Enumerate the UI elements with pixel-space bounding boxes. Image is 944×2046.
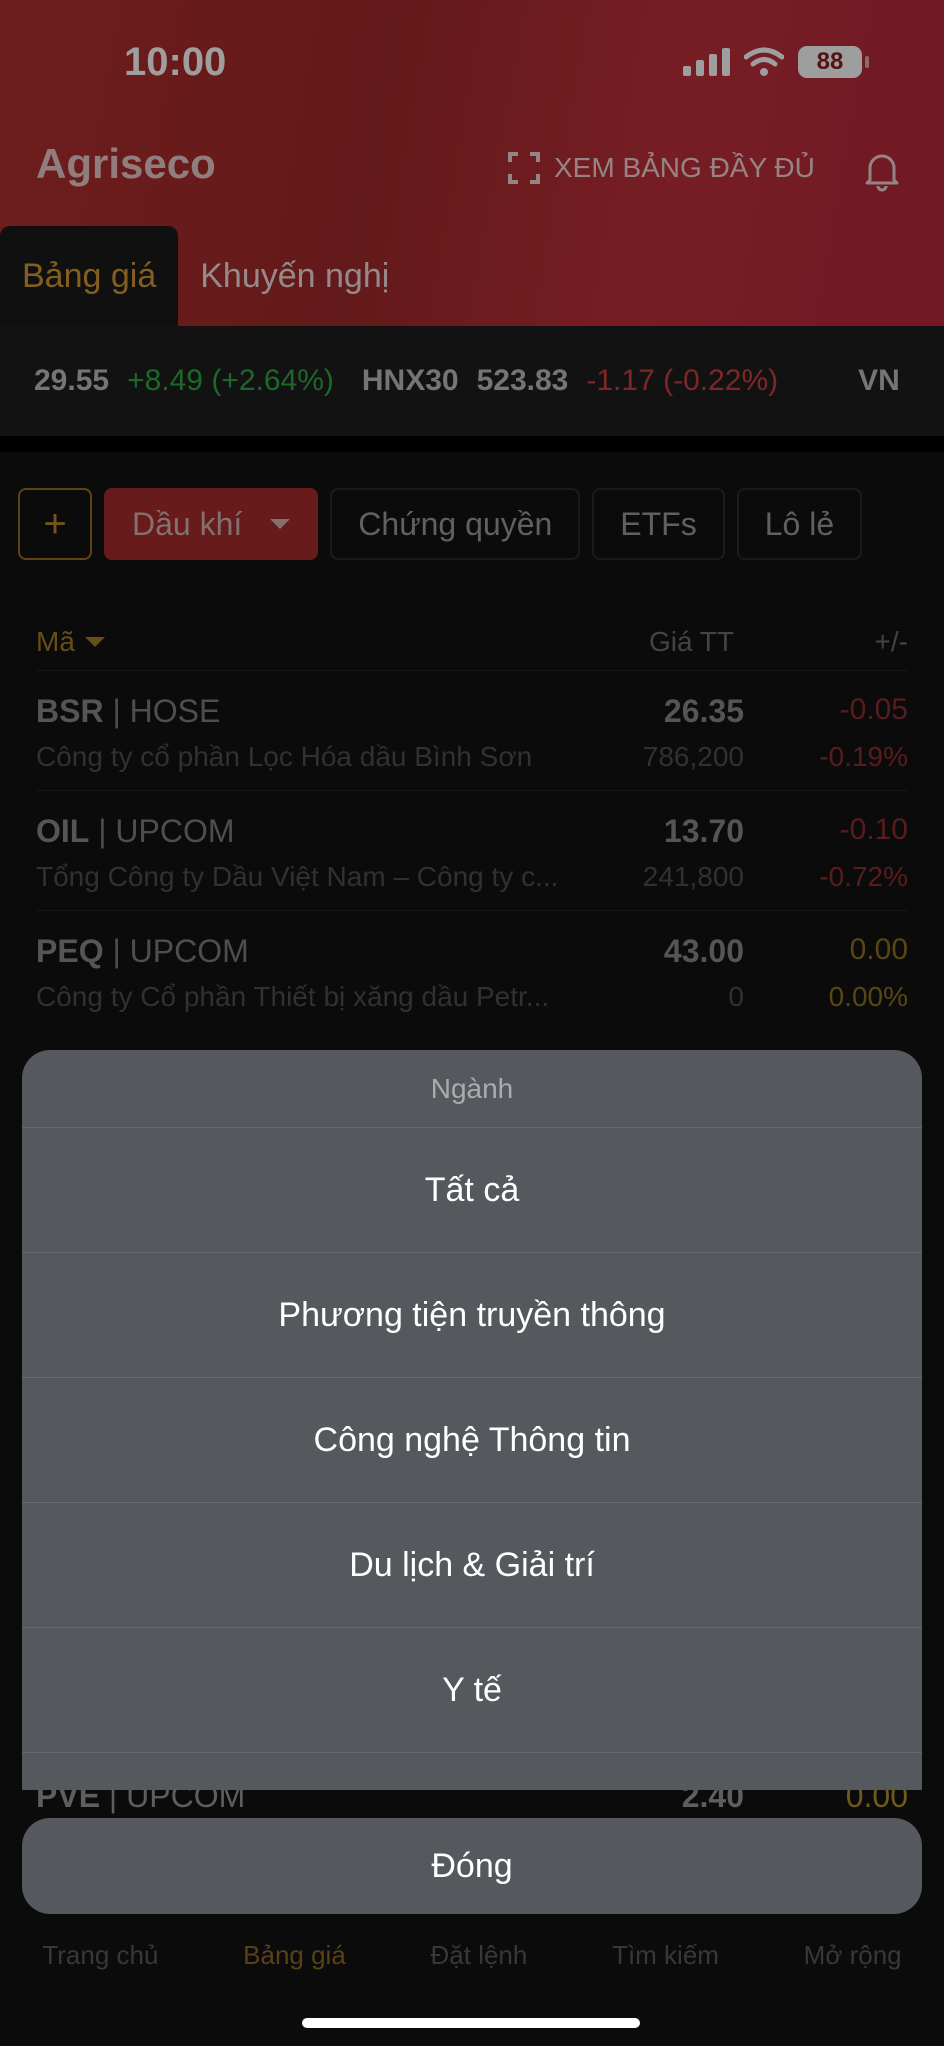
sector-option-travel[interactable]: Du lịch & Giải trí (22, 1503, 922, 1628)
sector-option-it[interactable]: Công nghệ Thông tin (22, 1378, 922, 1503)
sector-option-media[interactable]: Phương tiện truyền thông (22, 1253, 922, 1378)
sector-option-all[interactable]: Tất cả (22, 1128, 922, 1253)
sector-action-sheet: Ngành Tất cả Phương tiện truyền thông Cô… (22, 1050, 922, 1790)
sheet-title: Ngành (22, 1050, 922, 1128)
close-button[interactable]: Đóng (22, 1818, 922, 1914)
sector-option-health[interactable]: Y tế (22, 1628, 922, 1753)
home-indicator (302, 2018, 640, 2028)
